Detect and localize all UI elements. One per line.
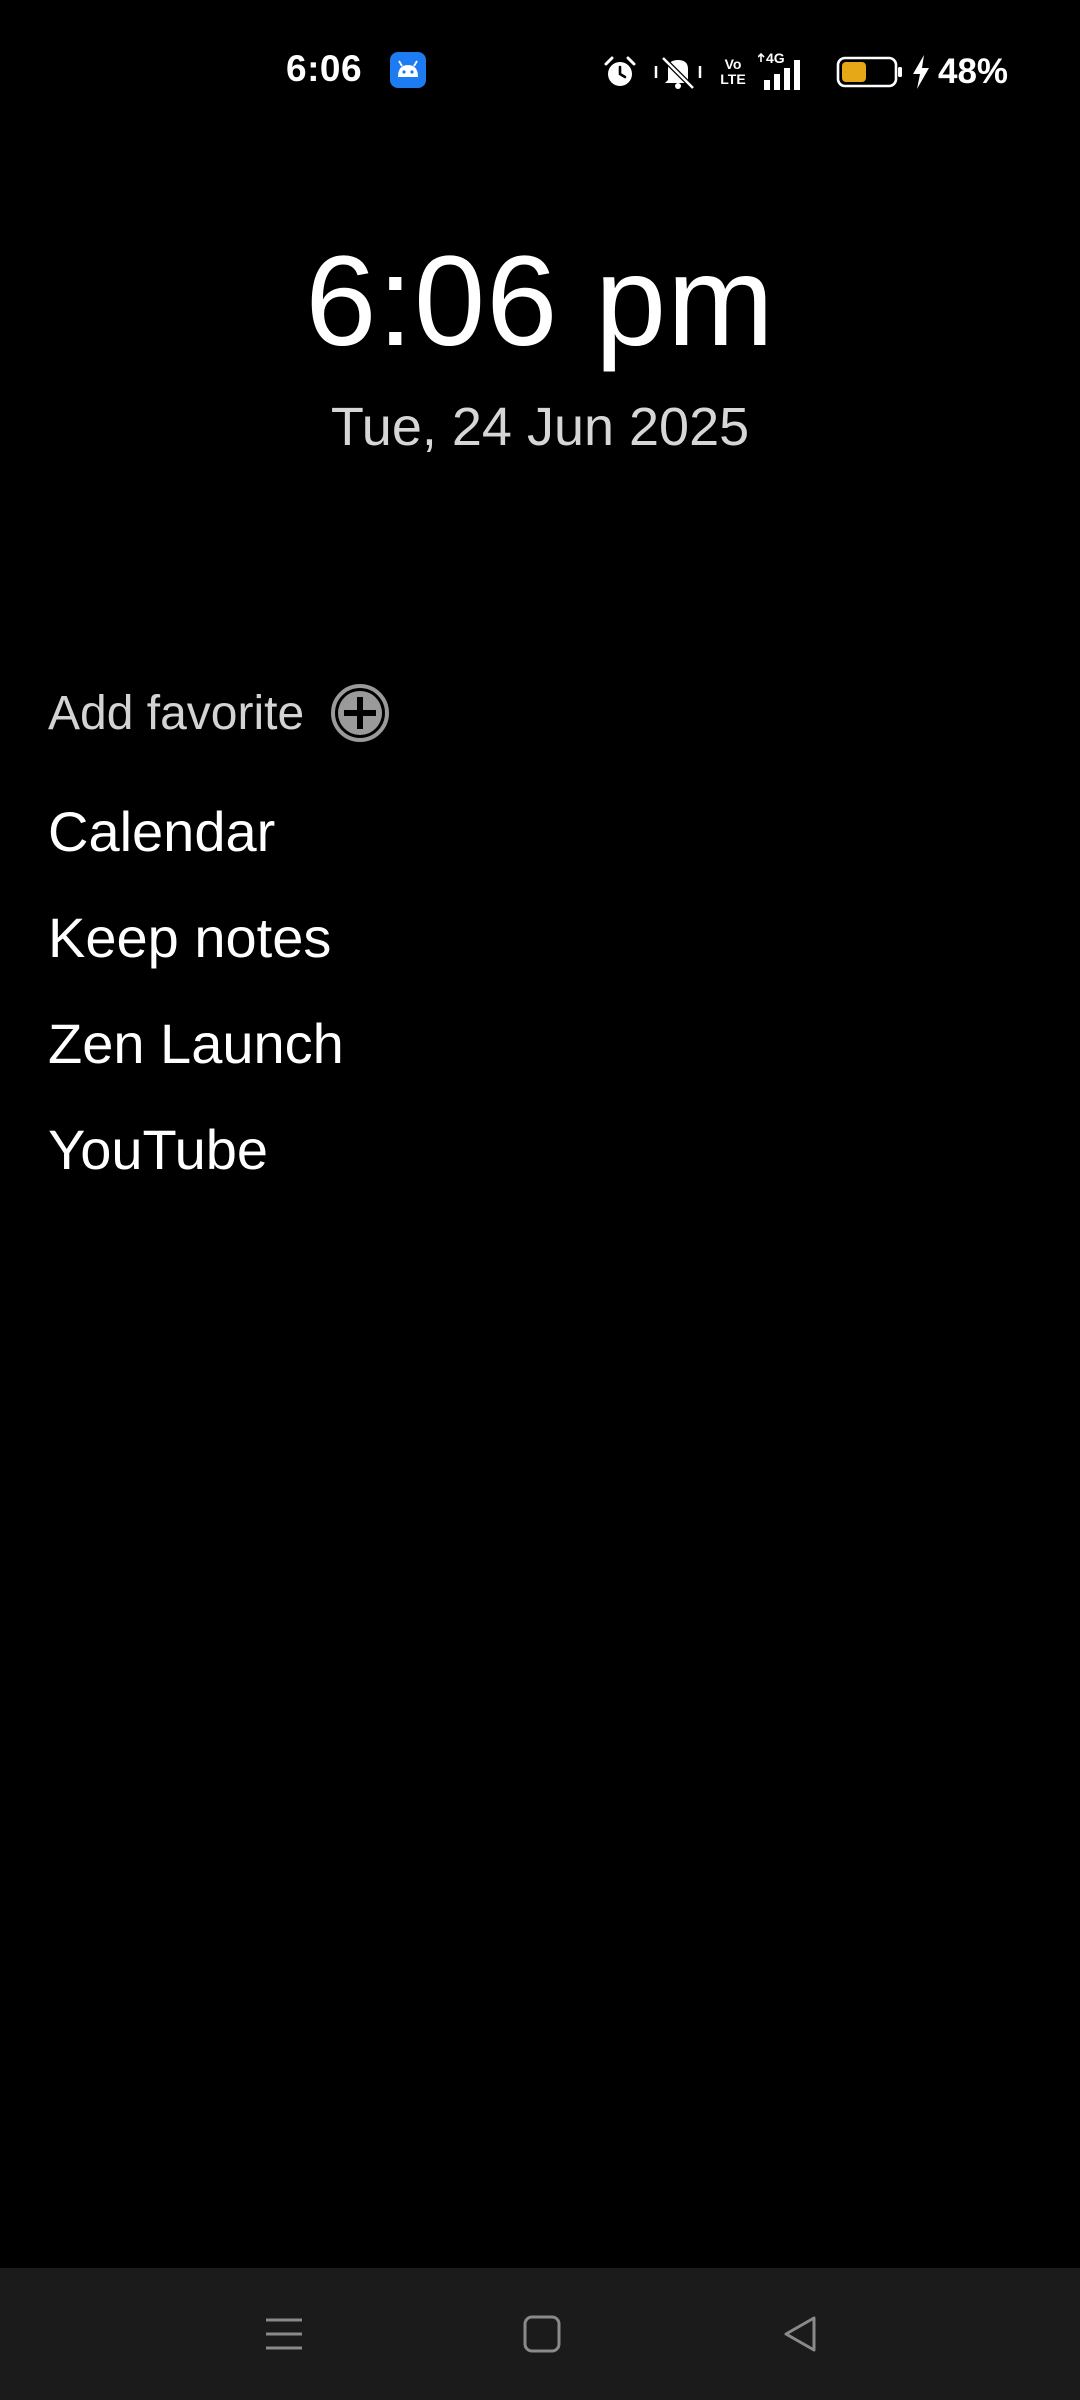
menu-icon[interactable]	[248, 2298, 320, 2370]
silent-bell-icon	[652, 52, 704, 92]
android-app-icon	[390, 52, 426, 88]
home-date[interactable]: Tue, 24 Jun 2025	[0, 396, 1080, 458]
4g-signal-icon: 4G	[758, 50, 814, 94]
add-favorite-button[interactable]: Add favorite	[48, 680, 390, 746]
favorite-app-youtube[interactable]: YouTube	[48, 1108, 344, 1214]
volte-icon: Vo LTE	[718, 57, 748, 87]
home-icon[interactable]	[506, 2298, 578, 2370]
plus-circle-icon[interactable]	[330, 683, 390, 743]
status-icons: Vo LTE 4G 48%	[600, 50, 1008, 94]
status-time: 6:06	[286, 48, 363, 89]
network-type-text: 4G	[766, 50, 785, 66]
alarm-icon	[600, 54, 640, 90]
add-favorite-label: Add favorite	[48, 686, 305, 740]
battery-icon	[836, 55, 904, 89]
favorite-app-calendar[interactable]: Calendar	[48, 790, 344, 896]
battery-percentage: 48%	[938, 52, 1009, 91]
home-clock[interactable]: 6:06 pm	[0, 228, 1080, 375]
charging-bolt-icon	[910, 54, 932, 90]
status-bar: 6:06 Vo LTE 4G 48%	[0, 0, 1080, 140]
favorite-app-zen-launch[interactable]: Zen Launch	[48, 1002, 344, 1108]
favorites-list: Calendar Keep notes Zen Launch YouTube	[48, 790, 344, 1214]
favorite-app-keep-notes[interactable]: Keep notes	[48, 896, 344, 1002]
navigation-bar	[0, 2268, 1080, 2400]
back-icon[interactable]	[764, 2298, 836, 2370]
volte-text: Vo LTE	[720, 56, 746, 87]
launcher-screen: 6:06 Vo LTE 4G 48% 6:06 pm Tue, 24 Jun 2…	[0, 0, 1080, 2400]
